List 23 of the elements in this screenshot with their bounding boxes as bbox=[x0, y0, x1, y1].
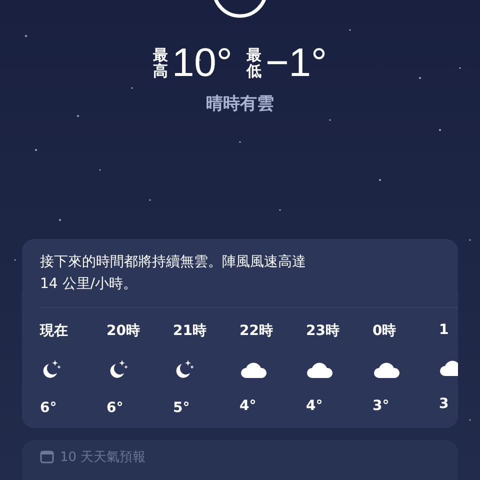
low-label: 最低 bbox=[246, 46, 262, 80]
forecast-title: 10 天天氣預報 bbox=[60, 449, 146, 466]
hour-temperature: 5° bbox=[173, 400, 190, 416]
ten-day-forecast-card[interactable]: 10 天天氣預報 bbox=[22, 440, 458, 480]
hour-temperature: 6° bbox=[106, 400, 124, 416]
calendar-icon bbox=[40, 450, 54, 464]
hour-temperature: 4° bbox=[240, 398, 256, 414]
hour-temperature: 3 bbox=[439, 396, 449, 412]
hour-label: 現在 bbox=[40, 322, 68, 340]
hour-label: 20時 bbox=[106, 322, 140, 340]
hour-label: 1 bbox=[439, 322, 449, 338]
forecast-summary: 接下來的時間都將持續無雲。陣風風速高達 14 公里/小時。 bbox=[40, 253, 307, 294]
high-label: 最高 bbox=[152, 46, 168, 80]
hour-label: 21時 bbox=[173, 322, 206, 340]
weather-condition: 晴時有雲 bbox=[206, 93, 274, 115]
hour-label: 23時 bbox=[306, 322, 340, 340]
high-temperature: 10° bbox=[172, 40, 232, 86]
hour-temperature: 3° bbox=[372, 398, 390, 414]
hour-label: 22時 bbox=[240, 322, 273, 340]
low-temperature: −1° bbox=[265, 40, 328, 86]
hour-temperature: 6° bbox=[40, 400, 57, 416]
hour-temperature: 4° bbox=[306, 398, 323, 414]
hour-label: 0時 bbox=[372, 322, 396, 340]
